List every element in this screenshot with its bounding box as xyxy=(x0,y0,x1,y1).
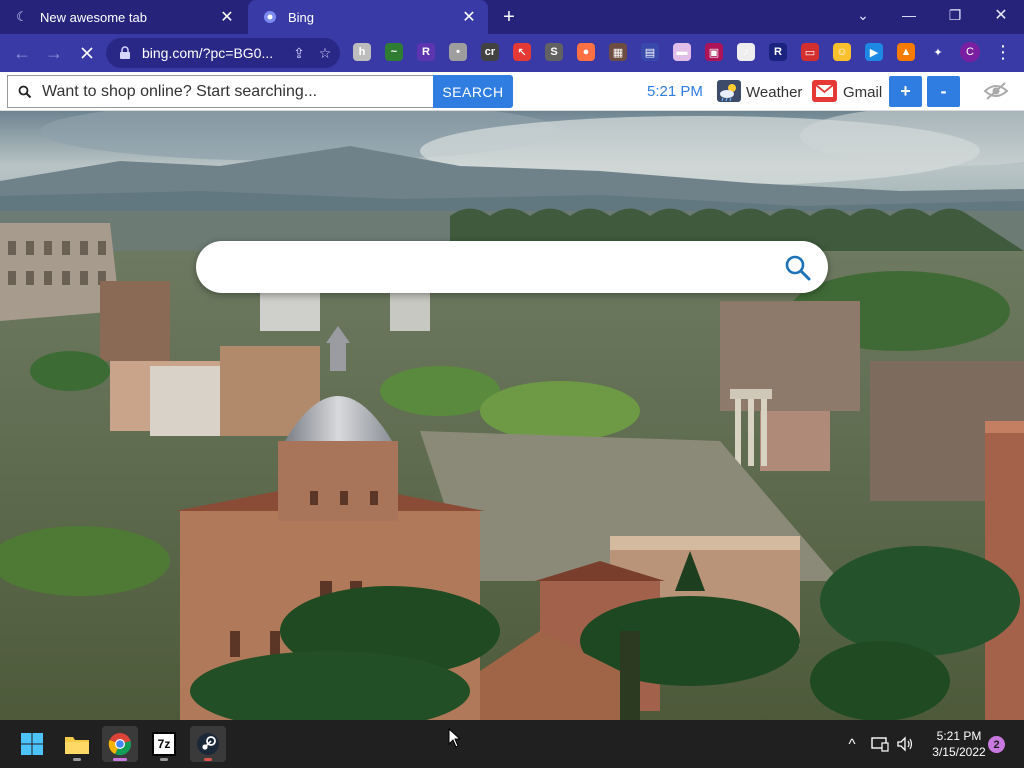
zoom-in-button[interactable]: + xyxy=(889,76,922,107)
chrome-button[interactable] xyxy=(102,726,138,762)
close-icon[interactable]: ✕ xyxy=(460,8,478,26)
steam-button[interactable] xyxy=(190,726,226,762)
weather-icon[interactable] xyxy=(717,80,741,102)
ext-card-icon[interactable]: ▭ xyxy=(801,43,819,61)
search-icon[interactable] xyxy=(784,254,812,282)
bing-search-input[interactable] xyxy=(218,253,778,281)
browser-menu-icon[interactable]: ⋮ xyxy=(994,42,1012,62)
ext-cursor-icon[interactable]: ↖ xyxy=(513,43,531,61)
restore-button[interactable]: ❐ xyxy=(932,0,978,30)
navigation-bar: ← → bing.com/?pc=BG0... ⇪ ☆ h ~ R • cr ↖ S ● ▦ ▤ ▬… xyxy=(0,34,1024,72)
chrome-icon xyxy=(108,733,131,756)
taskbar-time: 5:21 PM xyxy=(936,729,982,743)
chevron-up-icon[interactable]: ^ xyxy=(842,734,862,754)
bing-search-box[interactable] xyxy=(196,241,828,293)
tab-new-awesome-tab[interactable]: ☾ New awesome tab ✕ xyxy=(0,0,246,34)
stop-loading-button[interactable] xyxy=(75,41,99,65)
ext-music-icon[interactable]: ♪ xyxy=(737,43,755,61)
windows-start-icon xyxy=(21,733,43,755)
ext-face-icon[interactable]: ☺ xyxy=(833,43,851,61)
gmail-icon[interactable] xyxy=(812,80,837,102)
windows-start-button[interactable] xyxy=(14,726,50,762)
file-explorer-button[interactable] xyxy=(59,726,95,762)
ext-grid-icon[interactable]: ▦ xyxy=(609,43,627,61)
address-bar[interactable]: bing.com/?pc=BG0... ⇪ ☆ xyxy=(106,38,340,68)
ext-speech-icon[interactable]: • xyxy=(449,43,467,61)
taskbar: 7z ^ 5:21 PM 3/15/2022 xyxy=(0,720,1024,768)
ext-red-square-icon[interactable]: ▣ xyxy=(705,43,723,61)
share-icon[interactable]: ⇪ xyxy=(288,42,310,64)
moon-icon: ☾ xyxy=(16,9,28,24)
shop-search-placeholder: Want to shop online? Start searching... xyxy=(42,82,318,100)
shop-search-box[interactable]: Want to shop online? Start searching... xyxy=(7,75,435,108)
ext-s-icon[interactable]: S xyxy=(545,43,563,61)
volume-icon[interactable] xyxy=(895,734,915,754)
shopping-toolbar: Want to shop online? Start searching... … xyxy=(0,72,1024,111)
steam-icon xyxy=(197,733,219,755)
window-close-button[interactable]: ✕ xyxy=(978,0,1024,30)
tab-search-chevron-icon[interactable]: ⌄ xyxy=(840,0,886,30)
ext-cr-icon[interactable]: cr xyxy=(481,43,499,61)
weather-link[interactable]: Weather xyxy=(746,84,802,101)
ext-puzzle-icon[interactable]: ✦ xyxy=(929,43,947,61)
back-button[interactable]: ← xyxy=(10,41,34,65)
shop-search-button[interactable]: SEARCH xyxy=(433,75,513,108)
stop-icon xyxy=(81,47,93,59)
network-icon[interactable] xyxy=(870,734,890,754)
ext-feather-icon[interactable]: ~ xyxy=(385,43,403,61)
close-icon[interactable]: ✕ xyxy=(218,8,236,26)
tab-title: Bing xyxy=(288,9,315,25)
ext-hat-icon[interactable]: ▲ xyxy=(897,43,915,61)
ext-play-icon[interactable]: ▶ xyxy=(865,43,883,61)
background-image xyxy=(0,111,1024,720)
minimize-button[interactable]: — xyxy=(886,0,932,30)
taskbar-clock[interactable]: 5:21 PM 3/15/2022 xyxy=(930,728,988,760)
forward-button[interactable]: → xyxy=(42,41,66,65)
7zip-icon: 7z xyxy=(152,732,176,756)
notification-badge[interactable]: 2 xyxy=(988,736,1005,753)
toolbar-clock: 5:21 PM xyxy=(647,83,703,100)
7zip-button[interactable]: 7z xyxy=(146,726,182,762)
tab-bing[interactable]: Bing ✕ xyxy=(248,0,488,34)
hide-toolbar-eye-icon[interactable] xyxy=(983,81,1009,101)
bookmark-star-icon[interactable]: ☆ xyxy=(314,42,336,64)
bing-icon xyxy=(262,9,278,25)
active-indicator xyxy=(113,758,127,761)
running-indicator xyxy=(204,758,212,761)
ext-r-purple-icon[interactable]: R xyxy=(417,43,435,61)
running-indicator xyxy=(73,758,81,761)
file-explorer-icon xyxy=(65,737,89,754)
ext-gray-icon[interactable]: h xyxy=(353,43,371,61)
ext-flag-icon[interactable]: ▬ xyxy=(673,43,691,61)
ext-color-icon[interactable]: ● xyxy=(577,43,595,61)
gmail-link[interactable]: Gmail xyxy=(843,84,882,101)
ext-calendar-icon[interactable]: ▤ xyxy=(641,43,659,61)
ext-r-blue-icon[interactable]: R xyxy=(769,43,787,61)
mouse-cursor-icon xyxy=(448,728,460,748)
url-text: bing.com/?pc=BG0... xyxy=(142,45,274,61)
new-tab-button[interactable]: + xyxy=(498,6,520,28)
taskbar-date: 3/15/2022 xyxy=(932,745,986,759)
zoom-out-button[interactable]: - xyxy=(927,76,960,107)
lock-icon xyxy=(120,46,130,59)
profile-avatar[interactable]: C xyxy=(960,42,980,62)
tab-strip: ☾ New awesome tab ✕ Bing ✕ + ⌄ — ❐ ✕ xyxy=(0,0,1024,34)
search-icon xyxy=(18,85,32,98)
running-indicator xyxy=(160,758,168,761)
tab-title: New awesome tab xyxy=(40,9,147,25)
